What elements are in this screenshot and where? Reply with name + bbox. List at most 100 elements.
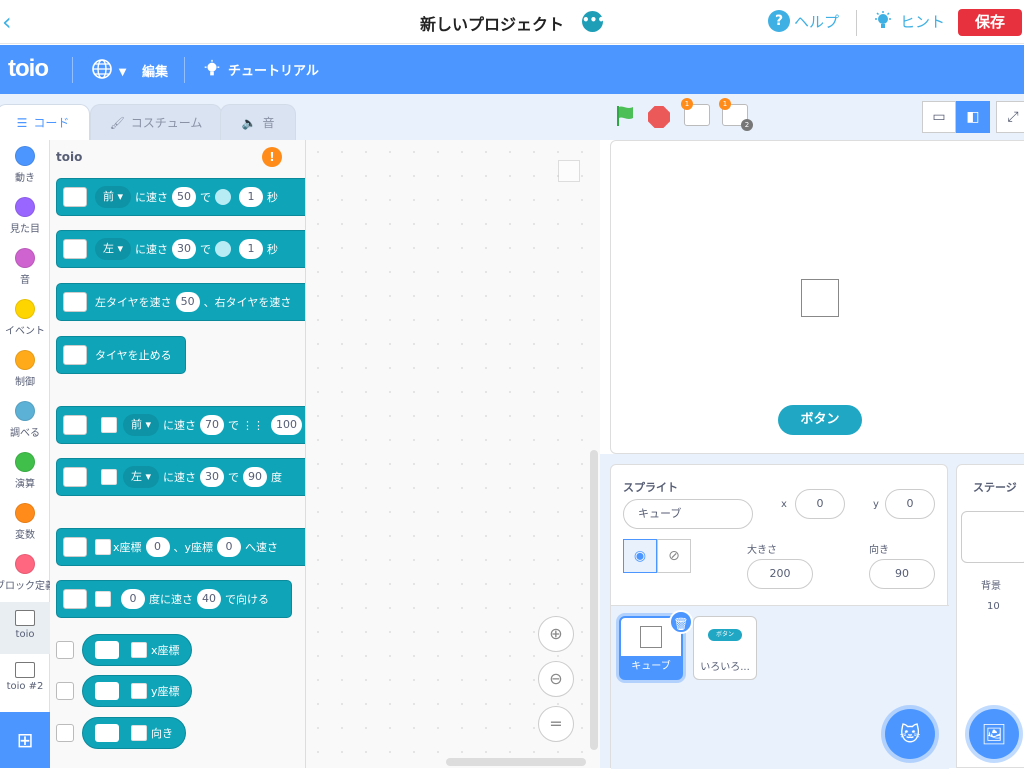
hint-button[interactable]: ヒント (872, 10, 945, 32)
badge: 2 (741, 119, 753, 131)
cube-icon (15, 610, 35, 626)
more-options-icon[interactable]: ••• (582, 11, 605, 32)
category-looks[interactable]: 見た目 (0, 191, 50, 243)
sprite-thumb-button[interactable]: ボタン いろいろ... (693, 616, 757, 680)
toio-logo[interactable]: toio (8, 55, 49, 83)
show-sprite-button[interactable]: ◉ (623, 539, 657, 573)
y-input[interactable]: 0 (217, 537, 242, 557)
small-stage-icon: ▭ (932, 109, 946, 125)
time-input[interactable]: 1 (239, 239, 264, 259)
block-point-direction[interactable]: 0 度に速さ 40 で向ける (56, 580, 292, 618)
tab-code[interactable]: ☰ コード (0, 104, 90, 140)
category-sound[interactable]: 音 (0, 242, 50, 294)
checkbox-x[interactable] (56, 641, 74, 659)
workspace-scrollbar-horizontal[interactable] (446, 758, 586, 766)
cube-connection-1[interactable]: 1 (681, 98, 710, 126)
x-input[interactable]: 0 (145, 537, 170, 557)
stop-icon[interactable] (648, 106, 670, 128)
category-sensing[interactable]: 調べる (0, 395, 50, 447)
back-icon[interactable]: ‹ (2, 10, 22, 34)
speed-input[interactable]: 30 (172, 239, 197, 259)
warning-icon[interactable]: ! (262, 147, 282, 167)
backdrop-thumb[interactable] (961, 511, 1024, 563)
category-label: イベント (5, 326, 45, 337)
reporter-direction[interactable]: 向き (82, 717, 186, 749)
save-button[interactable]: 保存 (958, 9, 1022, 36)
category-control[interactable]: 制御 (0, 344, 50, 396)
block-move-distance[interactable]: 前 ▾ に速さ 70 で ⋮⋮ 100 (56, 406, 305, 444)
add-backdrop-button[interactable]: 🖼 (969, 709, 1019, 759)
code-workspace[interactable]: ⊕ ⊖ = (306, 140, 600, 768)
direction-dropdown[interactable]: 前 ▾ (123, 414, 160, 436)
speed-input[interactable]: 50 (172, 187, 197, 207)
cube-connection-2[interactable]: 12 (719, 98, 753, 131)
tab-costume[interactable]: 🖌 コスチューム (90, 104, 222, 140)
sprite-name-input[interactable]: キューブ (623, 499, 753, 529)
category-motion[interactable]: 動き (0, 140, 50, 192)
time-input[interactable]: 1 (239, 187, 264, 207)
category-toio-2[interactable]: toio #2 (0, 654, 50, 706)
distance-input[interactable]: 100 (271, 415, 303, 435)
add-sprite-button[interactable]: 🐱 (885, 709, 935, 759)
stage-button-sprite[interactable]: ボタン (778, 405, 862, 435)
footsteps-icon: ⋮⋮ (242, 418, 265, 432)
checkbox-direction[interactable] (56, 724, 74, 742)
help-button[interactable]: ? ヘルプ (768, 10, 839, 32)
category-toio[interactable]: toio (0, 602, 50, 654)
project-title[interactable]: 新しいプロジェクト (420, 11, 564, 35)
green-flag-icon[interactable] (614, 104, 636, 128)
brush-icon: 🖌 (109, 115, 125, 130)
direction-dropdown[interactable]: 左 ▾ (123, 466, 160, 488)
workspace-scrollbar-vertical[interactable] (590, 450, 598, 750)
speed-input[interactable]: 30 (200, 467, 225, 487)
language-menu[interactable]: ▼ (91, 58, 126, 85)
normal-stage-button[interactable]: ◧ (956, 101, 990, 133)
block-turn-angle[interactable]: 左 ▾ に速さ 30 で 90 度 (56, 458, 305, 496)
reporter-label: 向き (151, 727, 173, 740)
edit-menu[interactable]: 編集 (142, 61, 168, 80)
speed-input[interactable]: 40 (197, 589, 221, 609)
add-extension-button[interactable]: ⊞ (0, 712, 50, 768)
zoom-in-button[interactable]: ⊕ (538, 616, 574, 652)
checkbox-y[interactable] (56, 682, 74, 700)
reporter-x-position[interactable]: x座標 (82, 634, 192, 666)
speed-input[interactable]: 70 (200, 415, 225, 435)
cube-icon (63, 589, 87, 609)
delete-sprite-button[interactable]: 🗑 (669, 610, 693, 634)
block-move-to-xy[interactable]: x座標 0 、y座標 0 へ速さ (56, 528, 305, 566)
angle-input[interactable]: 90 (243, 467, 268, 487)
block-move-forward[interactable]: 前 ▾ に速さ 50 で 1 秒 (56, 178, 305, 216)
block-text: 、右タイヤを速さ (203, 296, 292, 309)
stage[interactable]: ボタン (610, 140, 1024, 454)
x-input[interactable]: 0 (795, 489, 845, 519)
mat-icon (95, 539, 111, 555)
mat-icon (131, 642, 147, 658)
speed-input[interactable]: 50 (175, 292, 200, 312)
tab-sound[interactable]: 🔈 音 (220, 104, 296, 140)
category-events[interactable]: イベント (0, 293, 50, 345)
hide-sprite-button[interactable]: ⊘ (657, 539, 691, 573)
tutorial-button[interactable]: チュートリアル (202, 59, 319, 79)
mat-icon (101, 469, 117, 485)
small-stage-button[interactable]: ▭ (922, 101, 956, 133)
direction-input[interactable]: 90 (869, 559, 935, 589)
category-variables[interactable]: 変数 (0, 497, 50, 549)
cube-sprite[interactable] (801, 279, 839, 317)
zoom-reset-button[interactable]: = (538, 706, 574, 742)
block-stop-tires[interactable]: タイヤを止める (56, 336, 186, 374)
reporter-y-position[interactable]: y座標 (82, 675, 192, 707)
size-input[interactable]: 200 (747, 559, 813, 589)
y-input[interactable]: 0 (885, 489, 935, 519)
category-operators[interactable]: 演算 (0, 446, 50, 498)
fullscreen-button[interactable]: ⤢ (996, 101, 1024, 133)
direction-dropdown[interactable]: 左 ▾ (95, 238, 132, 260)
clock-icon (215, 189, 232, 205)
direction-dropdown[interactable]: 前 ▾ (95, 186, 132, 208)
angle-input[interactable]: 0 (121, 589, 145, 609)
zoom-out-button[interactable]: ⊖ (538, 661, 574, 697)
block-turn-left[interactable]: 左 ▾ に速さ 30 で 1 秒 (56, 230, 305, 268)
block-set-tires[interactable]: 左タイヤを速さ 50 、右タイヤを速さ (56, 283, 305, 321)
sprite-thumb-cube[interactable]: キューブ 🗑 (619, 610, 693, 680)
category-my-blocks[interactable]: ブロック定義 (0, 548, 50, 600)
help-icon: ? (768, 10, 790, 32)
